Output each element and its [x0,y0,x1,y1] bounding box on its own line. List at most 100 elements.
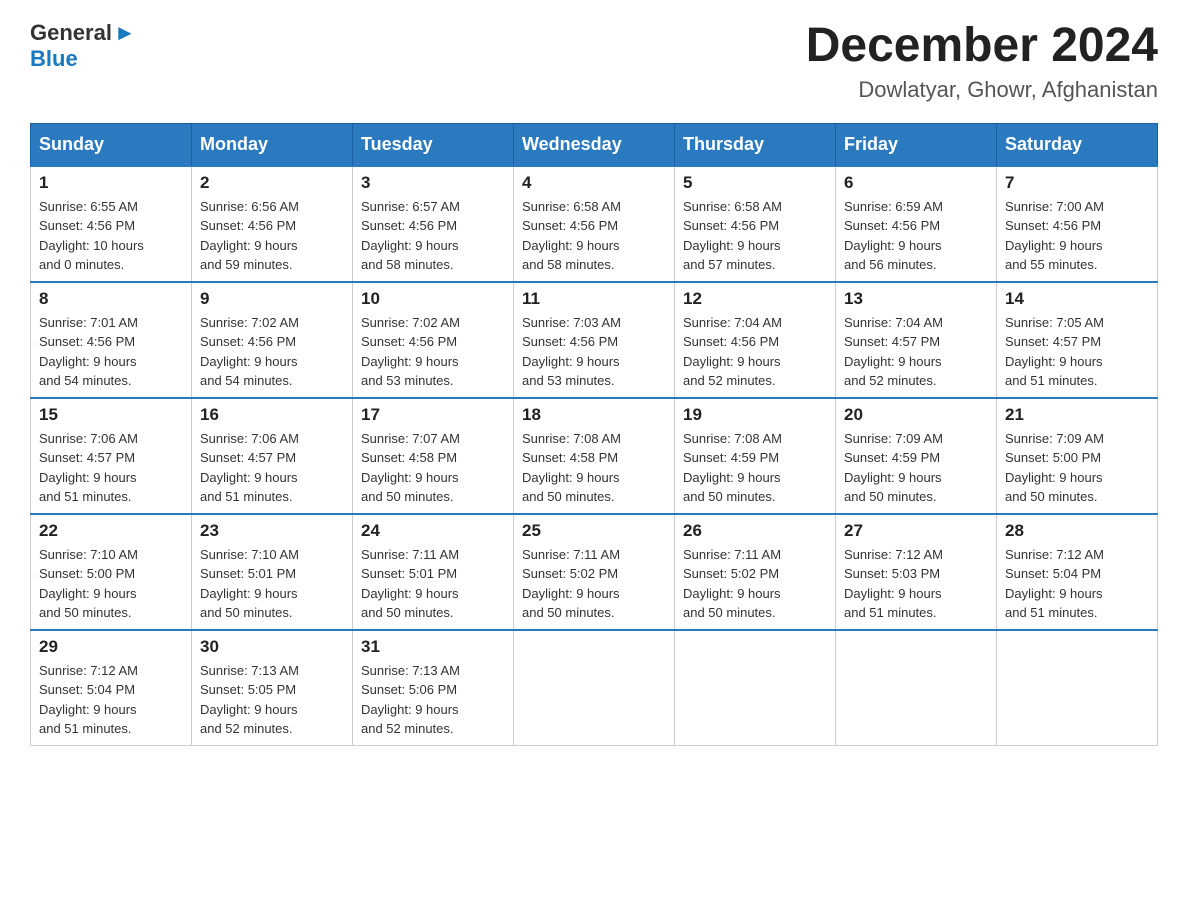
day-info: Sunrise: 6:58 AMSunset: 4:56 PMDaylight:… [683,197,827,275]
calendar-cell: 13 Sunrise: 7:04 AMSunset: 4:57 PMDaylig… [836,282,997,398]
day-info: Sunrise: 7:02 AMSunset: 4:56 PMDaylight:… [200,313,344,391]
calendar-cell: 4 Sunrise: 6:58 AMSunset: 4:56 PMDayligh… [514,166,675,282]
day-info: Sunrise: 7:06 AMSunset: 4:57 PMDaylight:… [200,429,344,507]
day-info: Sunrise: 7:09 AMSunset: 5:00 PMDaylight:… [1005,429,1149,507]
calendar-week-5: 29 Sunrise: 7:12 AMSunset: 5:04 PMDaylig… [31,630,1158,746]
day-number: 22 [39,521,183,541]
day-number: 18 [522,405,666,425]
calendar-cell: 14 Sunrise: 7:05 AMSunset: 4:57 PMDaylig… [997,282,1158,398]
day-info: Sunrise: 7:10 AMSunset: 5:01 PMDaylight:… [200,545,344,623]
day-info: Sunrise: 7:08 AMSunset: 4:59 PMDaylight:… [683,429,827,507]
calendar-header-monday: Monday [192,123,353,166]
day-number: 5 [683,173,827,193]
calendar-cell: 25 Sunrise: 7:11 AMSunset: 5:02 PMDaylig… [514,514,675,630]
calendar-table: SundayMondayTuesdayWednesdayThursdayFrid… [30,123,1158,746]
calendar-cell: 27 Sunrise: 7:12 AMSunset: 5:03 PMDaylig… [836,514,997,630]
day-number: 8 [39,289,183,309]
day-number: 7 [1005,173,1149,193]
calendar-cell: 21 Sunrise: 7:09 AMSunset: 5:00 PMDaylig… [997,398,1158,514]
day-info: Sunrise: 7:01 AMSunset: 4:56 PMDaylight:… [39,313,183,391]
day-info: Sunrise: 7:00 AMSunset: 4:56 PMDaylight:… [1005,197,1149,275]
month-title: December 2024 [806,20,1158,73]
calendar-cell: 1 Sunrise: 6:55 AMSunset: 4:56 PMDayligh… [31,166,192,282]
day-info: Sunrise: 7:08 AMSunset: 4:58 PMDaylight:… [522,429,666,507]
calendar-cell: 20 Sunrise: 7:09 AMSunset: 4:59 PMDaylig… [836,398,997,514]
title-section: December 2024 Dowlatyar, Ghowr, Afghanis… [806,20,1158,103]
calendar-cell: 5 Sunrise: 6:58 AMSunset: 4:56 PMDayligh… [675,166,836,282]
calendar-cell: 2 Sunrise: 6:56 AMSunset: 4:56 PMDayligh… [192,166,353,282]
calendar-cell: 7 Sunrise: 7:00 AMSunset: 4:56 PMDayligh… [997,166,1158,282]
calendar-header-thursday: Thursday [675,123,836,166]
logo-general: General [30,20,112,45]
logo-blue: Blue [30,46,78,71]
day-info: Sunrise: 7:10 AMSunset: 5:00 PMDaylight:… [39,545,183,623]
day-info: Sunrise: 7:02 AMSunset: 4:56 PMDaylight:… [361,313,505,391]
calendar-week-4: 22 Sunrise: 7:10 AMSunset: 5:00 PMDaylig… [31,514,1158,630]
day-info: Sunrise: 6:58 AMSunset: 4:56 PMDaylight:… [522,197,666,275]
calendar-header-friday: Friday [836,123,997,166]
day-number: 6 [844,173,988,193]
day-number: 4 [522,173,666,193]
calendar-cell: 29 Sunrise: 7:12 AMSunset: 5:04 PMDaylig… [31,630,192,746]
day-info: Sunrise: 6:57 AMSunset: 4:56 PMDaylight:… [361,197,505,275]
calendar-cell: 24 Sunrise: 7:11 AMSunset: 5:01 PMDaylig… [353,514,514,630]
day-number: 30 [200,637,344,657]
day-number: 26 [683,521,827,541]
calendar-week-1: 1 Sunrise: 6:55 AMSunset: 4:56 PMDayligh… [31,166,1158,282]
page-header: General► Blue December 2024 Dowlatyar, G… [30,20,1158,103]
day-number: 29 [39,637,183,657]
calendar-cell [675,630,836,746]
calendar-cell: 31 Sunrise: 7:13 AMSunset: 5:06 PMDaylig… [353,630,514,746]
day-number: 10 [361,289,505,309]
day-number: 17 [361,405,505,425]
day-info: Sunrise: 7:11 AMSunset: 5:02 PMDaylight:… [683,545,827,623]
calendar-week-2: 8 Sunrise: 7:01 AMSunset: 4:56 PMDayligh… [31,282,1158,398]
day-number: 25 [522,521,666,541]
calendar-header-sunday: Sunday [31,123,192,166]
day-info: Sunrise: 7:07 AMSunset: 4:58 PMDaylight:… [361,429,505,507]
day-info: Sunrise: 7:13 AMSunset: 5:05 PMDaylight:… [200,661,344,739]
day-info: Sunrise: 7:04 AMSunset: 4:56 PMDaylight:… [683,313,827,391]
day-info: Sunrise: 7:05 AMSunset: 4:57 PMDaylight:… [1005,313,1149,391]
day-number: 24 [361,521,505,541]
calendar-cell: 26 Sunrise: 7:11 AMSunset: 5:02 PMDaylig… [675,514,836,630]
day-info: Sunrise: 7:12 AMSunset: 5:04 PMDaylight:… [39,661,183,739]
calendar-cell: 9 Sunrise: 7:02 AMSunset: 4:56 PMDayligh… [192,282,353,398]
day-number: 28 [1005,521,1149,541]
location-subtitle: Dowlatyar, Ghowr, Afghanistan [806,77,1158,103]
calendar-cell: 10 Sunrise: 7:02 AMSunset: 4:56 PMDaylig… [353,282,514,398]
day-number: 12 [683,289,827,309]
day-info: Sunrise: 6:55 AMSunset: 4:56 PMDaylight:… [39,197,183,275]
day-info: Sunrise: 7:13 AMSunset: 5:06 PMDaylight:… [361,661,505,739]
day-number: 13 [844,289,988,309]
calendar-cell: 17 Sunrise: 7:07 AMSunset: 4:58 PMDaylig… [353,398,514,514]
day-info: Sunrise: 7:11 AMSunset: 5:01 PMDaylight:… [361,545,505,623]
day-number: 31 [361,637,505,657]
day-number: 2 [200,173,344,193]
calendar-cell: 30 Sunrise: 7:13 AMSunset: 5:05 PMDaylig… [192,630,353,746]
day-number: 14 [1005,289,1149,309]
calendar-header: SundayMondayTuesdayWednesdayThursdayFrid… [31,123,1158,166]
calendar-cell [836,630,997,746]
calendar-cell: 18 Sunrise: 7:08 AMSunset: 4:58 PMDaylig… [514,398,675,514]
calendar-cell: 3 Sunrise: 6:57 AMSunset: 4:56 PMDayligh… [353,166,514,282]
calendar-cell: 19 Sunrise: 7:08 AMSunset: 4:59 PMDaylig… [675,398,836,514]
day-info: Sunrise: 6:56 AMSunset: 4:56 PMDaylight:… [200,197,344,275]
day-number: 15 [39,405,183,425]
calendar-cell: 22 Sunrise: 7:10 AMSunset: 5:00 PMDaylig… [31,514,192,630]
calendar-cell [514,630,675,746]
day-number: 1 [39,173,183,193]
calendar-cell: 15 Sunrise: 7:06 AMSunset: 4:57 PMDaylig… [31,398,192,514]
day-number: 23 [200,521,344,541]
calendar-week-3: 15 Sunrise: 7:06 AMSunset: 4:57 PMDaylig… [31,398,1158,514]
calendar-header-wednesday: Wednesday [514,123,675,166]
day-number: 11 [522,289,666,309]
calendar-cell: 12 Sunrise: 7:04 AMSunset: 4:56 PMDaylig… [675,282,836,398]
day-number: 16 [200,405,344,425]
calendar-header-saturday: Saturday [997,123,1158,166]
day-info: Sunrise: 7:11 AMSunset: 5:02 PMDaylight:… [522,545,666,623]
day-number: 3 [361,173,505,193]
day-info: Sunrise: 7:09 AMSunset: 4:59 PMDaylight:… [844,429,988,507]
day-number: 19 [683,405,827,425]
logo: General► Blue [30,20,136,73]
